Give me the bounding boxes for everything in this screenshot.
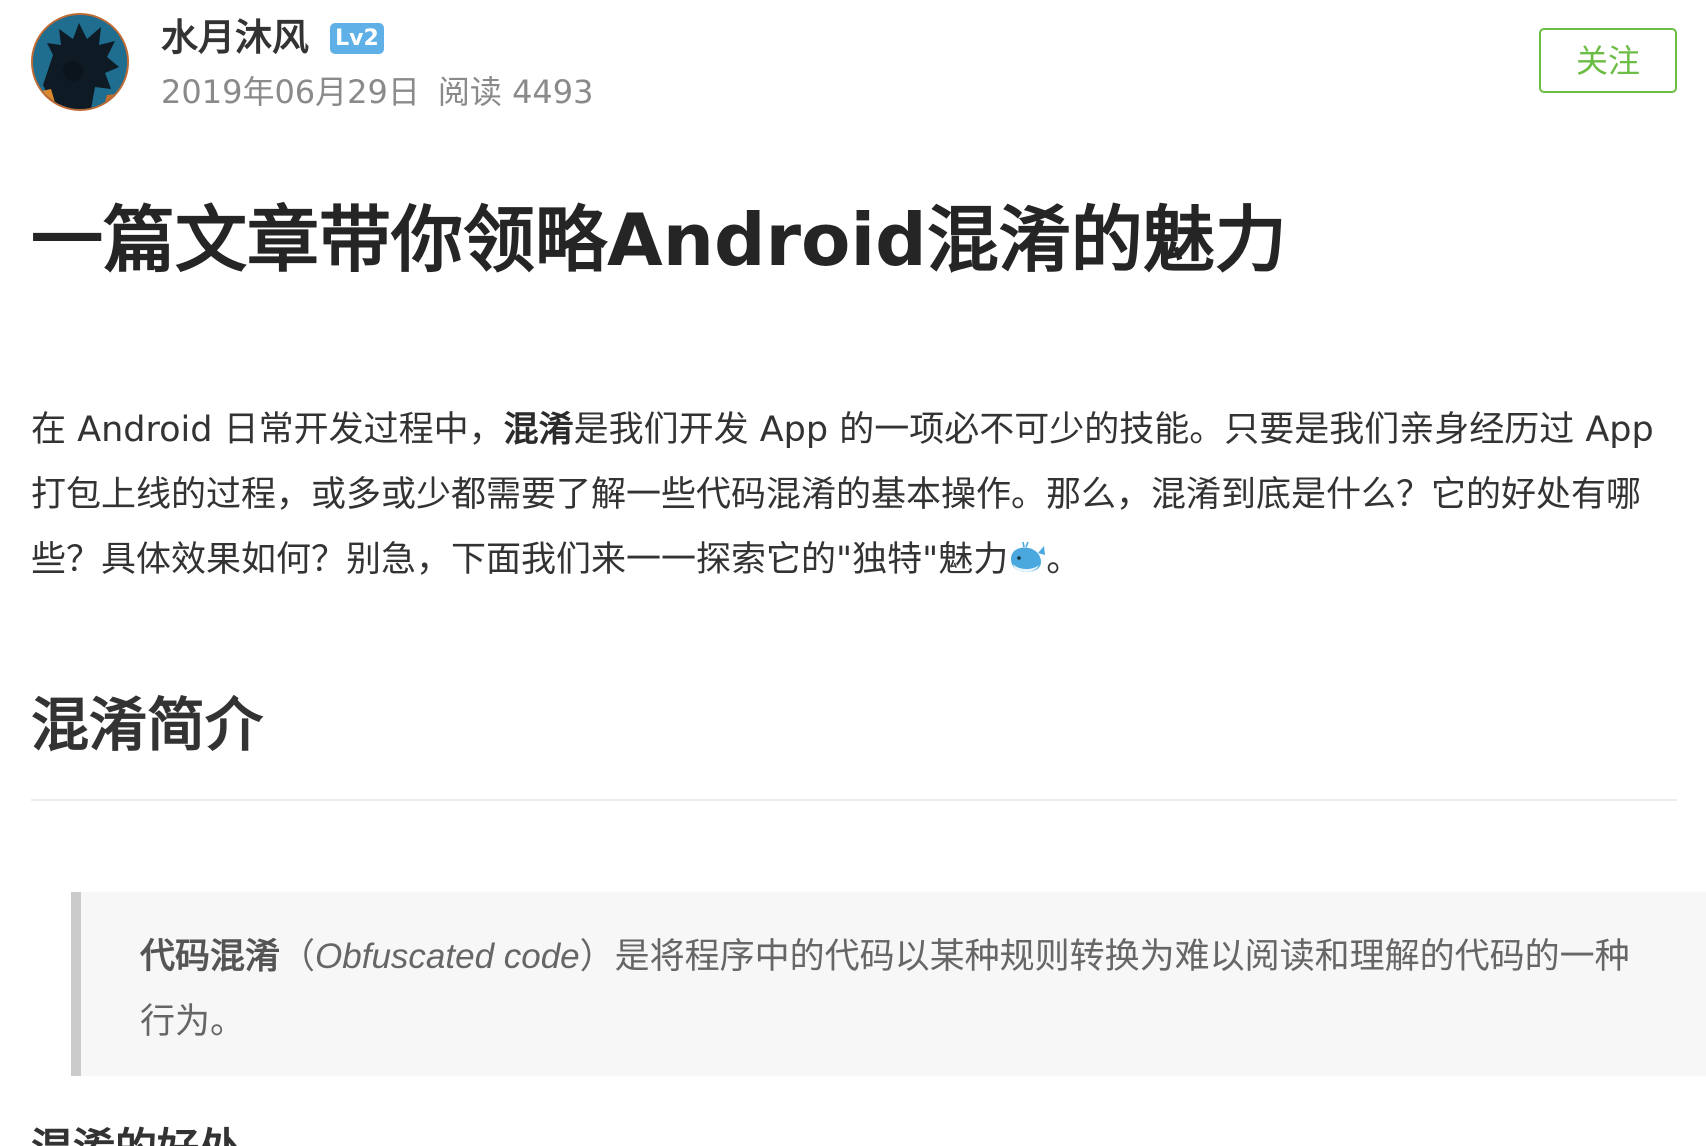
whale-icon — [1008, 532, 1046, 597]
publish-date: 2019年06月29日 — [161, 73, 420, 111]
quote-paren-open: （ — [280, 937, 316, 977]
quote-paren-close: ） — [579, 937, 615, 977]
intro-text-start: 在 Android 日常开发过程中， — [31, 410, 504, 450]
author-avatar[interactable] — [31, 13, 129, 111]
intro-text-end: 。 — [1046, 540, 1082, 580]
quote-italic-term: Obfuscated code — [315, 937, 580, 976]
intro-bold-term: 混淆 — [503, 410, 574, 450]
heading-divider — [31, 799, 1677, 801]
article-meta: 2019年06月29日 阅读 4493 — [161, 70, 594, 114]
follow-button[interactable]: 关注 — [1539, 28, 1677, 93]
section-heading-intro: 混淆简介 — [31, 691, 264, 759]
article-title: 一篇文章带你领略Android混淆的魅力 — [31, 198, 1287, 282]
definition-blockquote: 代码混淆（Obfuscated code）是将程序中的代码以某种规则转换为难以阅… — [71, 892, 1706, 1076]
section-heading-benefits: 混淆的好处 — [31, 1124, 241, 1146]
read-count: 阅读 4493 — [437, 73, 594, 111]
level-badge: Lv2 — [330, 23, 384, 54]
quote-bold-term: 代码混淆 — [140, 937, 281, 977]
intro-paragraph: 在 Android 日常开发过程中，混淆是我们开发 App 的一项必不可少的技能… — [31, 398, 1681, 597]
author-name[interactable]: 水月沐风 — [161, 13, 309, 63]
